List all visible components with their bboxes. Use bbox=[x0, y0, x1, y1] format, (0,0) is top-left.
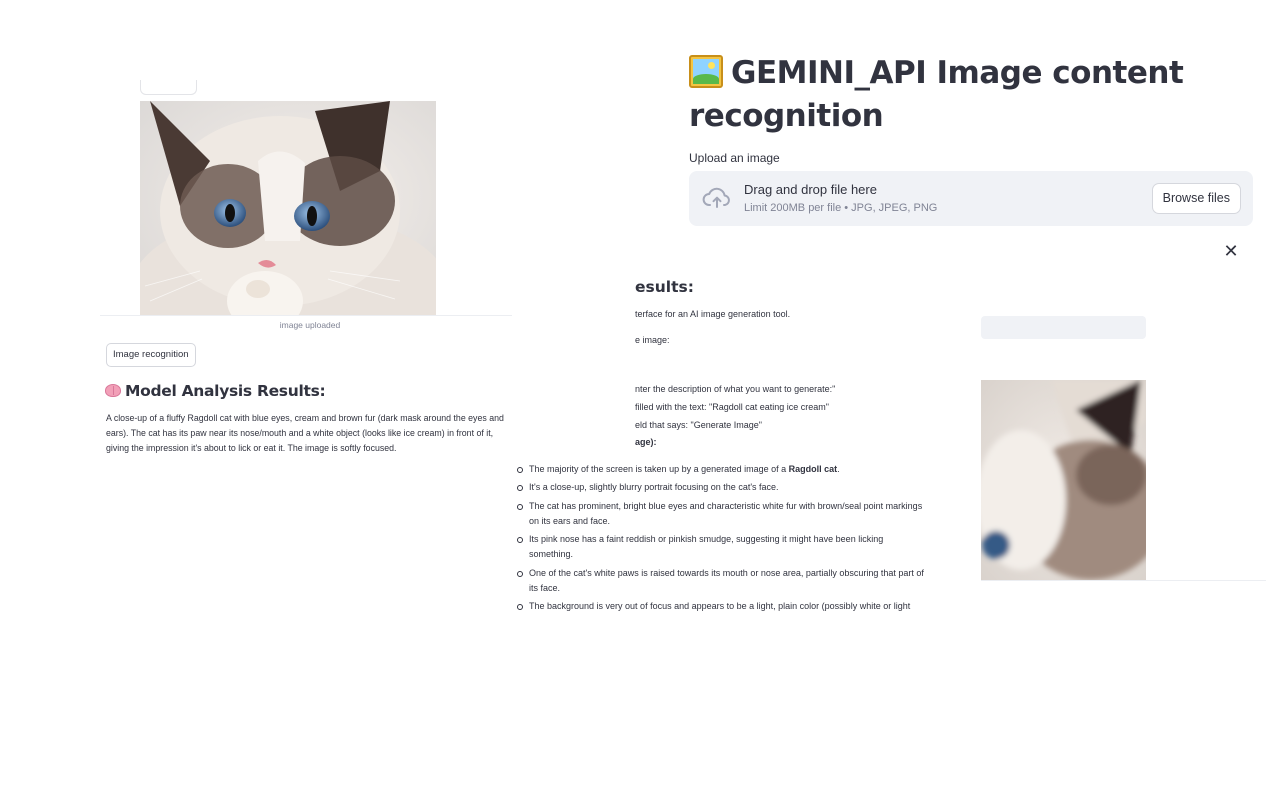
left-result-panel: image uploaded Image recognition Model A… bbox=[100, 70, 520, 470]
description-list: The majority of the screen is taken up b… bbox=[517, 462, 927, 617]
list-item: The cat has prominent, bright blue eyes … bbox=[517, 499, 927, 529]
button-stub[interactable] bbox=[140, 80, 197, 95]
middle-line: filled with the text: "Ragdoll cat eatin… bbox=[635, 402, 829, 412]
page-title-text: GEMINI_API Image content recognition bbox=[689, 55, 1184, 134]
middle-line: e image: bbox=[635, 335, 670, 345]
divider bbox=[100, 315, 512, 316]
framed-picture-icon bbox=[689, 55, 723, 88]
browse-files-button[interactable]: Browse files bbox=[1151, 183, 1241, 214]
middle-line: age): bbox=[635, 437, 657, 447]
middle-line: eld that says: "Generate Image" bbox=[635, 420, 762, 430]
right-preview-panel bbox=[981, 300, 1266, 600]
list-item: It's a close-up, slightly blurry portrai… bbox=[517, 480, 927, 495]
list-item: Its pink nose has a faint reddish or pin… bbox=[517, 532, 927, 562]
input-bar[interactable] bbox=[981, 316, 1146, 339]
list-item: The majority of the screen is taken up b… bbox=[517, 462, 927, 477]
file-dropzone[interactable]: Drag and drop file here Limit 200MB per … bbox=[689, 171, 1253, 226]
middle-line: terface for an AI image generation tool. bbox=[635, 309, 791, 319]
analysis-result-text: A close-up of a fluffy Ragdoll cat with … bbox=[106, 413, 504, 453]
dropzone-instructions: Drag and drop file here bbox=[744, 182, 877, 197]
analysis-heading: Model Analysis Results: bbox=[105, 382, 326, 400]
upload-label: Upload an image bbox=[689, 151, 780, 165]
close-icon[interactable]: ✕ bbox=[1222, 242, 1240, 260]
list-item: One of the cat's white paws is raised to… bbox=[517, 566, 927, 596]
image-recognition-button[interactable]: Image recognition bbox=[106, 343, 196, 367]
middle-heading: esults: bbox=[635, 278, 694, 296]
middle-result-panel: esults: terface for an AI image generati… bbox=[510, 270, 980, 620]
middle-line: nter the description of what you want to… bbox=[635, 384, 836, 394]
page-title: GEMINI_API Image content recognition bbox=[689, 52, 1209, 138]
list-item: The background is very out of focus and … bbox=[517, 599, 927, 614]
image-caption: image uploaded bbox=[279, 320, 341, 330]
uploaded-cat-image bbox=[140, 101, 436, 315]
generated-cat-image bbox=[981, 380, 1146, 580]
app-window: GEMINI_API Image content recognition Upl… bbox=[0, 0, 1266, 792]
brain-icon bbox=[105, 384, 121, 397]
divider bbox=[981, 580, 1266, 581]
analysis-heading-text: Model Analysis Results: bbox=[125, 382, 326, 400]
dropzone-limit-text: Limit 200MB per file • JPG, JPEG, PNG bbox=[744, 202, 938, 214]
cloud-upload-icon bbox=[702, 187, 730, 208]
